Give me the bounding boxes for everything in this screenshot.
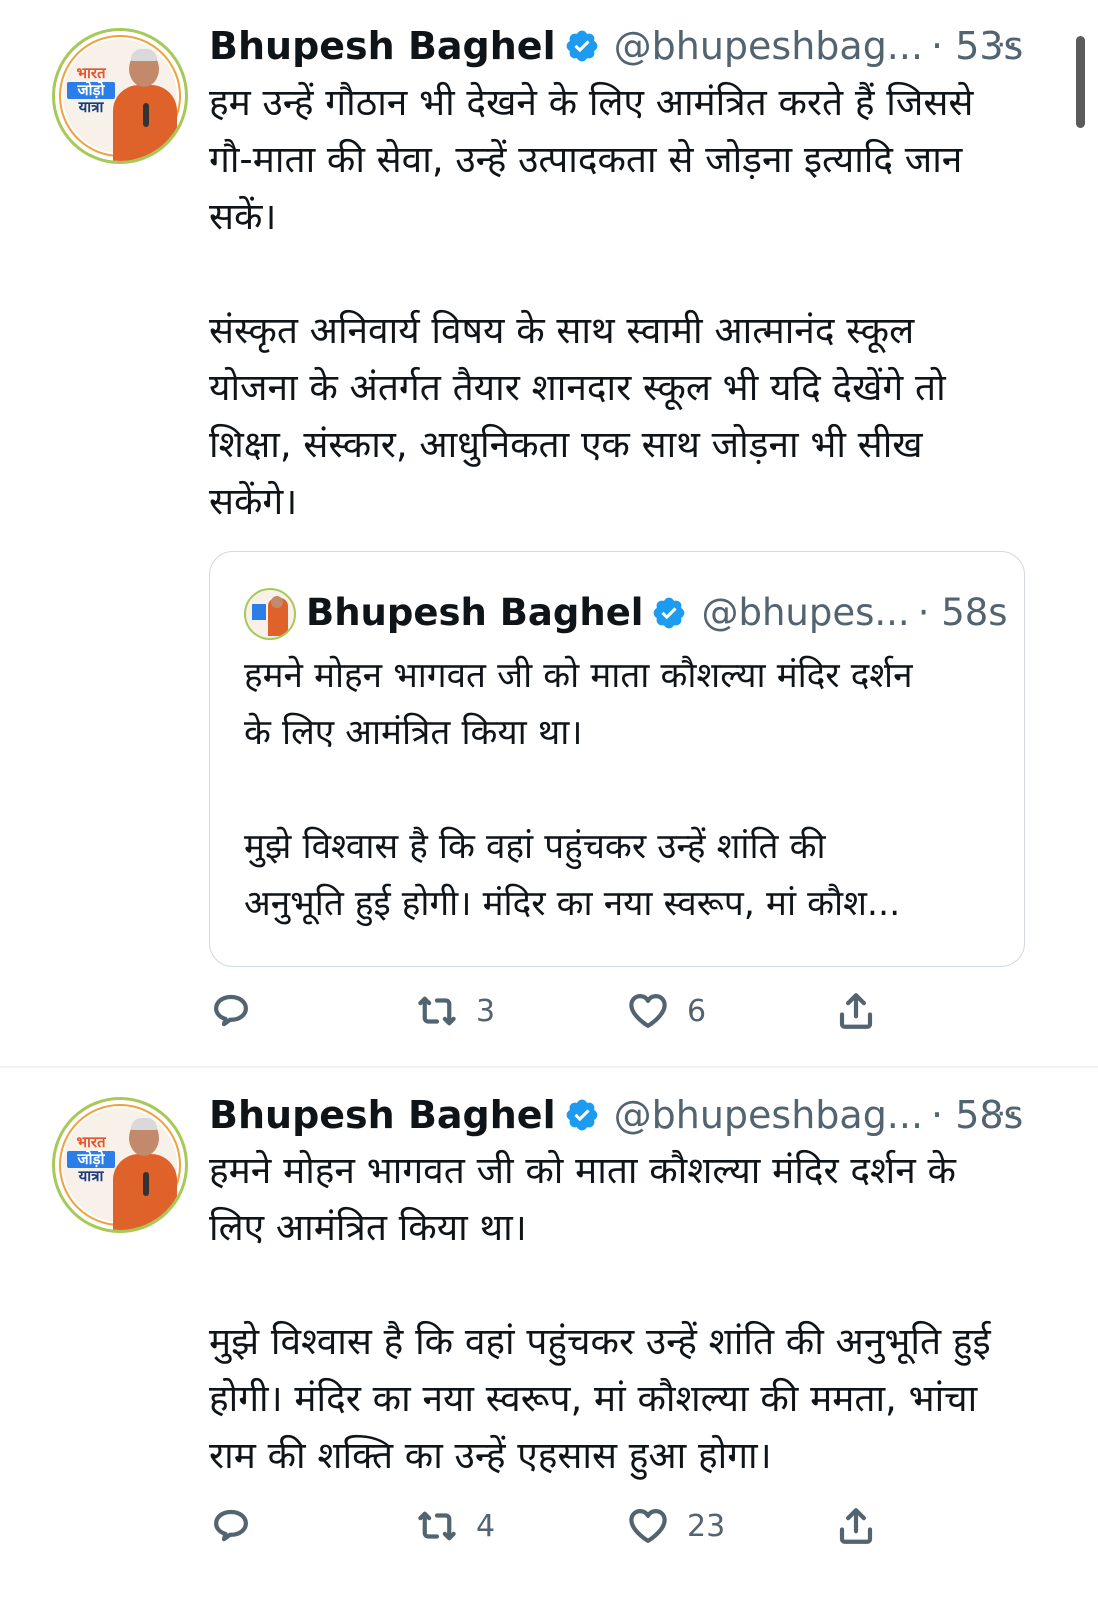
retweet-count: 3 [476, 993, 496, 1029]
like-button[interactable]: 6 [627, 990, 706, 1032]
quoted-text: हमने मोहन भागवत जी को माता कौशल्या मंदिर… [244, 656, 913, 924]
quoted-tweet[interactable]: Bhupesh Baghel @bhupes... · 58s हमने मोह… [209, 551, 1025, 967]
like-icon [629, 1509, 667, 1543]
avatar[interactable]: भारत जोड़ो यात्रा [52, 28, 188, 164]
verified-badge-icon [566, 30, 597, 62]
verified-badge-icon [566, 1099, 597, 1131]
share-icon [839, 993, 873, 1029]
share-button[interactable] [835, 1505, 877, 1547]
quoted-avatar[interactable] [244, 588, 296, 640]
quoted-timestamp: · 58s [917, 591, 1008, 634]
tweet-text: हम उन्हें गौठान भी देखने के लिए आमंत्रित… [209, 81, 974, 523]
like-count: 23 [687, 1508, 726, 1544]
retweet-icon [418, 1511, 456, 1541]
like-icon [629, 994, 667, 1028]
retweet-count: 4 [476, 1508, 496, 1544]
verified-badge-icon [654, 597, 685, 629]
reply-button[interactable] [210, 1505, 252, 1547]
avatar[interactable]: भारत जोड़ो यात्रा [52, 1097, 188, 1233]
share-button[interactable] [835, 990, 877, 1032]
reply-button[interactable] [210, 990, 252, 1032]
more-icon[interactable]: ··· [985, 28, 1020, 63]
tweet-header: Bhupesh Baghel @bhupeshbag... · 58s [209, 1090, 1023, 1140]
more-icon[interactable]: ··· [985, 1097, 1020, 1132]
quoted-author-name: Bhupesh Baghel [306, 591, 644, 634]
scrollbar[interactable] [1076, 36, 1085, 128]
tweet-header: Bhupesh Baghel @bhupeshbag... · 53s [209, 21, 1023, 71]
retweet-icon [418, 996, 456, 1026]
like-count: 6 [687, 993, 707, 1029]
retweet-button[interactable]: 3 [416, 990, 495, 1032]
like-button[interactable]: 23 [627, 1505, 725, 1547]
avatar-logo: भारत जोड़ो यात्रा [67, 65, 115, 116]
author-name[interactable]: Bhupesh Baghel [209, 21, 556, 71]
tweet-divider [0, 1066, 1098, 1068]
quoted-header: Bhupesh Baghel @bhupes... · 58s [306, 588, 1008, 638]
reply-icon [214, 994, 248, 1027]
share-icon [839, 1508, 873, 1544]
reply-icon [214, 1509, 248, 1542]
quoted-author-handle: @bhupes... [701, 591, 910, 634]
author-name[interactable]: Bhupesh Baghel [209, 1090, 556, 1140]
avatar-logo: भारत जोड़ो यात्रा [67, 1134, 115, 1185]
author-handle[interactable]: @bhupeshbag... [614, 1090, 923, 1140]
author-handle[interactable]: @bhupeshbag... [614, 21, 923, 71]
tweet-text: हमने मोहन भागवत जी को माता कौशल्या मंदिर… [209, 1149, 991, 1477]
retweet-button[interactable]: 4 [416, 1505, 495, 1547]
